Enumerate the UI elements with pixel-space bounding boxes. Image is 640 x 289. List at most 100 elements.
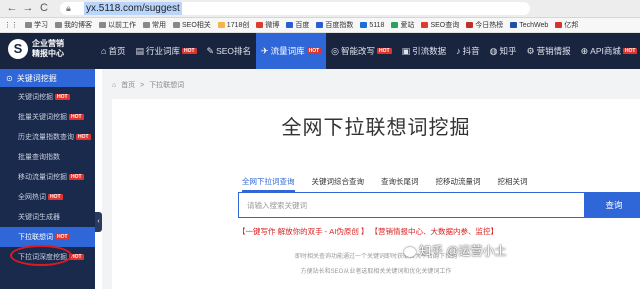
hot-badge: HOT xyxy=(306,48,322,54)
nav-icon: ◍ xyxy=(489,45,498,56)
forward-icon[interactable]: → xyxy=(22,2,34,14)
sidebar-item[interactable]: 关键词生成器 xyxy=(0,207,95,227)
bookmark-item[interactable]: 常用 xyxy=(143,20,166,30)
home-icon: ⌂ xyxy=(112,82,117,89)
description-line-2: 方便站长和SEO从业者选取相关关键词和优化关键词工作 xyxy=(300,269,452,275)
nav-icon: ▤ xyxy=(135,45,144,56)
nav-label: SEO排名 xyxy=(216,46,252,56)
nav-icon: ▣ xyxy=(401,45,411,56)
nav-label: 首页 xyxy=(108,46,126,56)
bookmark-item[interactable]: 以前工作 xyxy=(99,20,136,30)
nav-item[interactable]: ♪ 抖音 xyxy=(451,33,485,69)
sidebar-item-label: 历史流量指数查询 xyxy=(18,134,74,141)
query-tab[interactable]: 挖相关词 xyxy=(498,176,528,192)
reload-icon[interactable]: C xyxy=(38,2,50,14)
site-logo[interactable]: S 企业营销 精报中心 xyxy=(8,39,64,59)
hot-badge: HOT xyxy=(181,48,197,54)
bookmark-item[interactable]: 亿邦 xyxy=(555,20,578,30)
sidebar-item[interactable]: 历史流量指数查询 HOT xyxy=(0,127,95,147)
bookmark-item[interactable]: 百度 xyxy=(286,20,309,30)
hot-badge: HOT xyxy=(69,174,84,180)
nav-label: 流量词库 xyxy=(270,46,305,56)
sidebar-item-label: 全网热词 xyxy=(18,194,46,201)
query-tab[interactable]: 挖移动流量词 xyxy=(436,176,481,192)
bookmark-label: 今日热榜 xyxy=(475,22,504,29)
query-tab[interactable]: 关键词综合查询 xyxy=(312,176,365,192)
bookmark-icon xyxy=(466,22,474,28)
nav-item[interactable]: ⊕ API商城 HOT xyxy=(576,33,640,69)
bookmark-item[interactable]: 百度指数 xyxy=(316,20,353,30)
bookmark-label: TechWeb xyxy=(519,21,549,29)
sidebar-item[interactable]: 批量查询指数 xyxy=(0,147,95,167)
bookmark-icon xyxy=(555,22,563,28)
sidebar-item-label: 批量查询指数 xyxy=(18,154,60,161)
url-text: yx.5118.com/suggest xyxy=(84,2,182,15)
sidebar-item[interactable]: 全网热词 HOT xyxy=(0,187,95,207)
breadcrumb: ⌂ 首页 > 下拉联想词 xyxy=(112,80,187,90)
watermark-text: 知乎 @运营小土 xyxy=(419,244,507,258)
bookmark-item[interactable]: 微博 xyxy=(256,20,279,30)
bookmark-icon xyxy=(99,22,106,28)
hot-badge: HOT xyxy=(622,48,638,54)
sidebar-item-label: 批量关键词挖掘 xyxy=(18,114,67,121)
sidebar-collapse-button[interactable]: ‹ xyxy=(95,212,102,232)
sidebar-item-label: 下拉联想词 xyxy=(18,234,53,241)
bookmark-label: 常用 xyxy=(152,22,166,29)
nav-item[interactable]: ◍ 知乎 xyxy=(485,33,522,69)
bookmark-icon xyxy=(391,22,399,28)
highlight-circle xyxy=(10,245,72,266)
bookmark-item[interactable]: 1718创 xyxy=(217,20,250,30)
sidebar-item[interactable]: 批量关键词挖掘 HOT xyxy=(0,107,95,127)
nav-item[interactable]: ⌂ 首页 xyxy=(96,33,130,69)
hot-badge: HOT xyxy=(48,194,63,200)
bookmark-item[interactable]: 我的博客 xyxy=(55,20,92,30)
top-nav: ⌂ 首页 ▤ 行业词库 HOT ✎ SEO排名 ✈ 流量词库 HOT ◎ 智能改写 HOT ▣ 引流数据 ♪ 抖… xyxy=(96,33,640,69)
query-tab[interactable]: 全网下拉词查询 xyxy=(242,176,295,192)
hot-badge: HOT xyxy=(55,94,70,100)
nav-item[interactable]: ✈ 流量词库 HOT xyxy=(256,33,327,69)
bookmark-label: SEO查询 xyxy=(430,22,460,29)
sidebar-item[interactable]: 下拉联想词 HOT xyxy=(0,227,95,247)
nav-item[interactable]: ⚙ 营销情报 xyxy=(522,33,576,69)
sidebar-section-label: 关键词挖掘 xyxy=(16,73,57,83)
bookmark-icon xyxy=(286,22,294,28)
bookmark-item[interactable]: 5118 xyxy=(360,22,384,29)
bookmarks-bar: ⋮⋮ 学习 我的博客 以前工作 常用 SEO相关 1718创 微博 百度 百度指数 5118 爱站 SE… xyxy=(0,18,640,33)
nav-item[interactable]: ◎ 智能改写 HOT xyxy=(326,33,396,69)
promo-links[interactable]: 【一键写作 解放你的双手 - AI伪原创 】 【营销情报中心、大数据内参、监控】 xyxy=(238,226,498,237)
nav-item[interactable]: ✎ SEO排名 xyxy=(202,33,257,69)
bookmark-label: 以前工作 xyxy=(108,22,136,29)
bookmark-item[interactable]: 今日热榜 xyxy=(466,20,503,30)
bookmark-item[interactable]: SEO相关 xyxy=(173,20,211,30)
hot-badge: HOT xyxy=(377,48,392,54)
sidebar-section-header[interactable]: ⊙ 关键词挖掘 xyxy=(0,69,95,87)
zhihu-icon xyxy=(404,246,416,257)
bookmark-label: 百度指数 xyxy=(325,22,354,29)
bookmark-icon xyxy=(510,22,518,28)
url-field[interactable]: 🔒︎ yx.5118.com/suggest xyxy=(60,2,530,15)
hot-badge: HOT xyxy=(69,114,84,120)
query-tab[interactable]: 查询长尾词 xyxy=(381,176,419,192)
nav-icon: ⚙ xyxy=(526,45,535,56)
browser-address-bar: ← → C 🔒︎ yx.5118.com/suggest xyxy=(0,0,640,18)
search-button[interactable]: 查询 xyxy=(584,193,640,217)
apps-icon[interactable]: ⋮⋮ xyxy=(4,21,18,29)
bookmark-label: 1718创 xyxy=(226,22,250,29)
sidebar-item[interactable]: 移动流量词挖掘 HOT xyxy=(0,167,95,187)
site-header: S 企业营销 精报中心 ⌂ 首页 ▤ 行业词库 HOT ✎ SEO排名 ✈ 流量词库 HOT ◎ 智能… xyxy=(0,33,640,69)
bookmark-item[interactable]: SEO查询 xyxy=(421,20,459,30)
bookmark-item[interactable]: TechWeb xyxy=(510,22,548,29)
search-input[interactable] xyxy=(239,193,584,217)
nav-item[interactable]: ▣ 引流数据 xyxy=(397,33,452,69)
watermark: 知乎 @运营小土 xyxy=(404,242,507,259)
nav-item[interactable]: ▤ 行业词库 HOT xyxy=(130,33,201,69)
bookmark-icon xyxy=(360,22,368,28)
bookmark-item[interactable]: 爱站 xyxy=(391,20,414,30)
sidebar-item[interactable]: 关键词挖掘 HOT xyxy=(0,87,95,107)
sidebar-item-label: 关键词挖掘 xyxy=(18,94,53,101)
bookmark-item[interactable]: 学习 xyxy=(25,20,48,30)
back-icon[interactable]: ← xyxy=(6,2,18,14)
main-content: ⌂ 首页 > 下拉联想词 全网下拉联想词挖掘 全网下拉词查询 关键词综合查询 查询长… xyxy=(102,69,640,289)
bookmark-icon xyxy=(217,22,225,28)
breadcrumb-home[interactable]: 首页 xyxy=(121,82,135,89)
